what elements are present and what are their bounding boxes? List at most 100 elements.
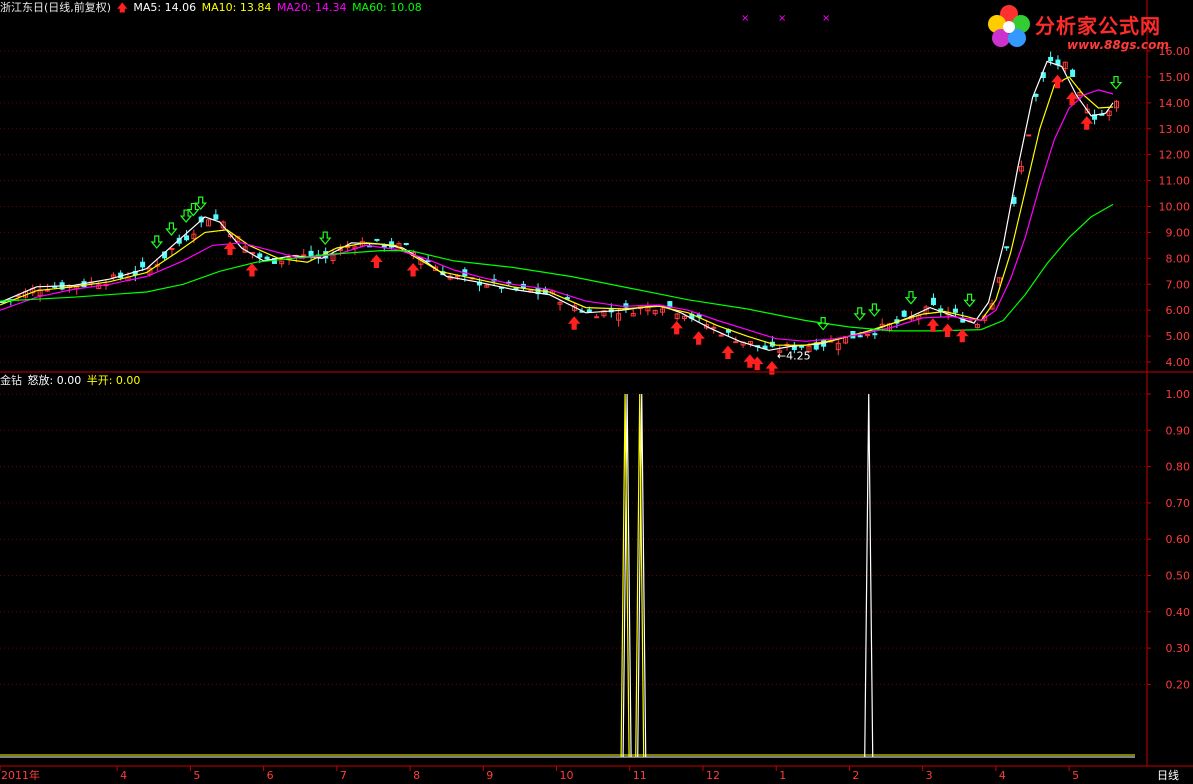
- ma10-label: MA10: 13.84: [201, 1, 272, 14]
- indicator-tick-label: 0.50: [1166, 570, 1191, 583]
- sell-arrow-icon: [1109, 75, 1123, 90]
- candle-body: [901, 310, 907, 317]
- x-tick-label: 4: [999, 769, 1006, 782]
- candle-body: [1033, 93, 1039, 97]
- y-tick-label: 5.00: [1166, 330, 1191, 343]
- y-tick-label: 12.00: [1159, 149, 1191, 162]
- x-tick-label: 12: [706, 769, 720, 782]
- sell-arrow-icon: [904, 291, 918, 305]
- candle-body: [952, 308, 958, 313]
- candle-body: [1004, 246, 1010, 249]
- logo-url: www.88gs.com: [1067, 38, 1169, 52]
- event-marker-icon: ×: [822, 13, 830, 24]
- y-tick-label: 14.00: [1159, 97, 1191, 110]
- sell-arrow-icon: [318, 231, 332, 246]
- chart-stage[interactable]: 4.005.006.007.008.009.0010.0011.0012.001…: [0, 0, 1193, 784]
- candle-body: [865, 333, 871, 336]
- x-tick-label: 5: [1072, 769, 1079, 782]
- indicator-tick-label: 1.00: [1166, 388, 1191, 401]
- x-tick-label: 7: [340, 769, 347, 782]
- buy-arrow-icon: [926, 318, 940, 332]
- sell-arrow-icon: [963, 293, 976, 308]
- buy-arrow-icon: [370, 254, 383, 269]
- x-tick-label: 8: [413, 769, 420, 782]
- candle-body: [872, 333, 878, 336]
- ma-line-ma20: [0, 89, 1114, 342]
- low-price-annotation: ←4.25: [777, 350, 811, 363]
- ma20-label: MA20: 14.34: [276, 1, 347, 14]
- candle-body: [733, 341, 739, 344]
- x-tick-label: 11: [633, 769, 647, 782]
- candle-body: [213, 214, 219, 220]
- candle-body: [301, 254, 307, 257]
- candle-body: [1026, 134, 1032, 137]
- candle-body: [257, 253, 263, 258]
- event-marker-icon: ×: [741, 13, 749, 24]
- event-marker-icon: ×: [778, 13, 786, 24]
- y-tick-label: 13.00: [1159, 123, 1191, 136]
- axis-layer: 4.005.006.007.008.009.0010.0011.0012.001…: [0, 0, 1193, 782]
- indicator-tick-label: 0.70: [1166, 497, 1191, 510]
- y-tick-label: 4.00: [1166, 356, 1191, 369]
- indicator-tick-label: 0.60: [1166, 533, 1191, 546]
- indicator-tick-label: 0.30: [1166, 642, 1191, 655]
- candle-body: [1070, 69, 1076, 77]
- indicator-tick-label: 0.20: [1166, 678, 1191, 691]
- indicator-name: 金钻: [0, 374, 22, 387]
- x-tick-label: 6: [267, 769, 274, 782]
- buy-arrow-icon: [406, 263, 420, 277]
- site-logo: 分析家公式网 www.88gs.com: [985, 2, 1185, 56]
- candle-body: [718, 334, 724, 337]
- logo-title: 分析家公式网: [1035, 14, 1161, 38]
- y-tick-label: 8.00: [1166, 252, 1191, 265]
- x-tick-label: 2011年: [1, 768, 40, 782]
- buy-arrow-icon: [245, 263, 259, 277]
- y-tick-label: 10.00: [1159, 201, 1191, 214]
- candle-body: [140, 261, 146, 268]
- ma-line-ma5: [0, 60, 1114, 351]
- x-tick-label: 2: [852, 769, 859, 782]
- candle-body: [264, 256, 270, 260]
- buy-arrow-icon: [941, 323, 954, 338]
- candle-body: [1048, 56, 1054, 62]
- buy-arrow-icon: [955, 328, 969, 343]
- main-chart-legend: 浙江东日(日线,前复权) 🡅 MA5: 14.06 MA10: 13.84 MA…: [0, 1, 424, 14]
- sell-arrow-icon: [868, 303, 881, 317]
- y-tick-label: 9.00: [1166, 226, 1191, 239]
- sell-arrow-icon: [194, 196, 207, 211]
- candle-body: [184, 235, 190, 241]
- buy-arrow-icon: [567, 316, 581, 330]
- y-tick-label: 11.00: [1159, 175, 1191, 188]
- indicator-tick-label: 0.90: [1166, 424, 1191, 437]
- candle-body: [711, 326, 717, 329]
- y-tick-label: 7.00: [1166, 278, 1191, 291]
- x-tick-label: 1: [779, 769, 786, 782]
- candle-body: [586, 309, 592, 313]
- buy-arrow-icon: [721, 345, 735, 360]
- flower-logo-icon: [988, 5, 1030, 47]
- ma60-label: MA60: 10.08: [352, 1, 422, 14]
- stock-title: 浙江东日(日线,前复权): [0, 1, 112, 14]
- x-tick-label: 10: [560, 769, 574, 782]
- indicator-legend: 金钻 怒放: 0.00 半开: 0.00: [0, 374, 142, 387]
- indicator-tick-label: 0.40: [1166, 606, 1191, 619]
- grid-layer: [0, 50, 1147, 685]
- candle-body: [169, 247, 175, 250]
- candle-body: [594, 316, 600, 319]
- candle-body: [403, 243, 409, 246]
- moving-average-layer: [0, 60, 1114, 351]
- candle-body: [374, 238, 380, 241]
- ma-line-ma10: [0, 76, 1114, 346]
- x-tick-label: 9: [486, 769, 493, 782]
- buy-arrow-icon: [670, 320, 683, 335]
- candle-body: [513, 287, 519, 290]
- half-open-label: 半开: 0.00: [86, 374, 141, 387]
- x-tick-label: 3: [926, 769, 933, 782]
- period-label[interactable]: 日线: [1157, 767, 1179, 783]
- indicator-tick-label: 0.80: [1166, 461, 1191, 474]
- y-tick-label: 6.00: [1166, 304, 1191, 317]
- candles-layer: [1, 51, 1120, 357]
- ma5-label: MA5: 14.06: [133, 1, 197, 14]
- candle-body: [930, 297, 936, 306]
- x-tick-label: 4: [120, 769, 127, 782]
